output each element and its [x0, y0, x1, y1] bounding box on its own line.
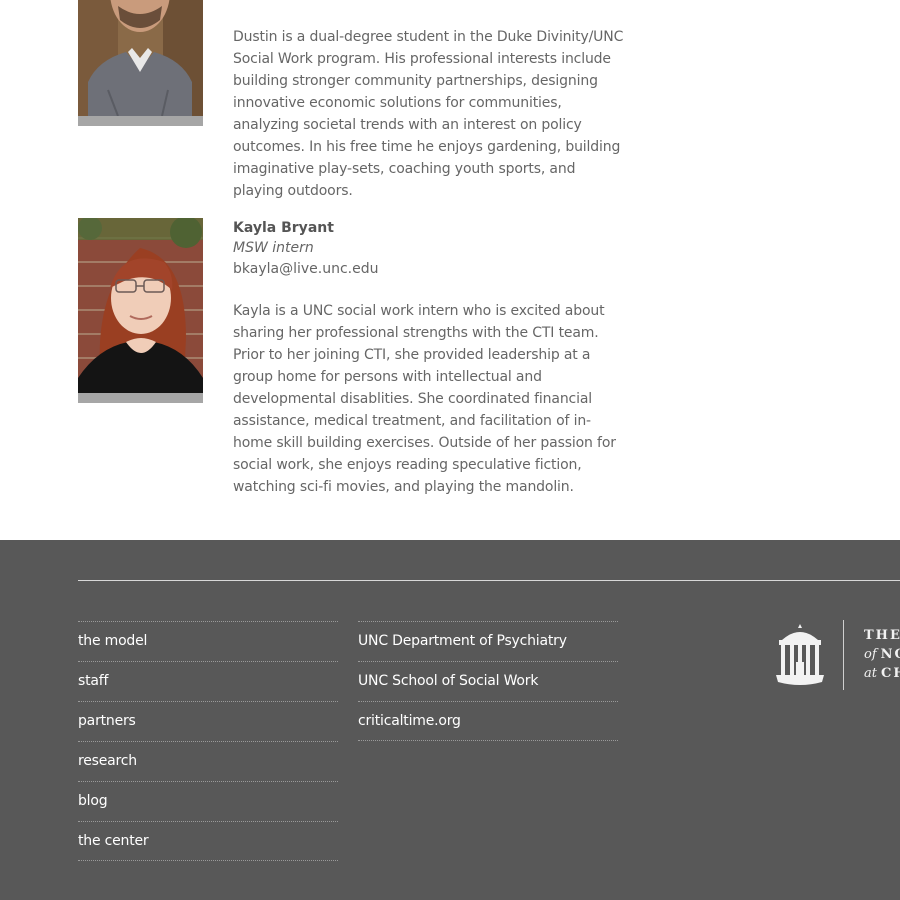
footer-link-unc-social-work[interactable]: UNC School of Social Work — [358, 661, 618, 701]
staff-bio: Dustin is a dual-degree student in the D… — [233, 29, 624, 199]
staff-name: Kayla Bryant — [233, 220, 334, 236]
footer-link-the-center[interactable]: the center — [78, 821, 338, 861]
footer-link-blog[interactable]: blog — [78, 781, 338, 821]
staff-photo-dustin — [78, 0, 203, 126]
staff-info-dustin: Dustin is a dual-degree student in the D… — [233, 26, 628, 202]
old-well-icon — [776, 624, 824, 685]
footer-link-unc-psychiatry[interactable]: UNC Department of Psychiatry — [358, 621, 618, 661]
footer-link-criticaltime[interactable]: criticaltime.org — [358, 701, 618, 741]
staff-role: MSW intern — [233, 240, 314, 256]
footer-link-research[interactable]: research — [78, 741, 338, 781]
footer-link-the-model[interactable]: the model — [78, 621, 338, 661]
footer-link-staff[interactable]: staff — [78, 661, 338, 701]
unc-wordmark: THE ofNO atCH — [864, 626, 900, 683]
staff-bio: Kayla is a UNC social work intern who is… — [233, 303, 616, 495]
logo-divider — [843, 620, 844, 690]
wordmark-line-2: ofNO — [864, 647, 900, 662]
staff-section: Dustin is a dual-degree student in the D… — [0, 0, 900, 540]
staff-photo-kayla — [78, 218, 203, 403]
footer-nav-site: the model staff partners research blog t… — [78, 621, 338, 861]
footer-link-partners[interactable]: partners — [78, 701, 338, 741]
staff-info-kayla: Kayla Bryant MSW intern bkayla@live.unc.… — [233, 218, 628, 498]
unc-logo[interactable]: THE ofNO atCH — [776, 620, 900, 690]
footer-divider — [78, 580, 900, 581]
page: Dustin is a dual-degree student in the D… — [0, 0, 900, 900]
site-footer: the model staff partners research blog t… — [0, 540, 900, 900]
footer-nav-external: UNC Department of Psychiatry UNC School … — [358, 621, 618, 741]
wordmark-line-3: atCH — [864, 666, 900, 681]
staff-email[interactable]: bkayla@live.unc.edu — [233, 258, 628, 280]
wordmark-line-1: THE — [864, 628, 900, 643]
